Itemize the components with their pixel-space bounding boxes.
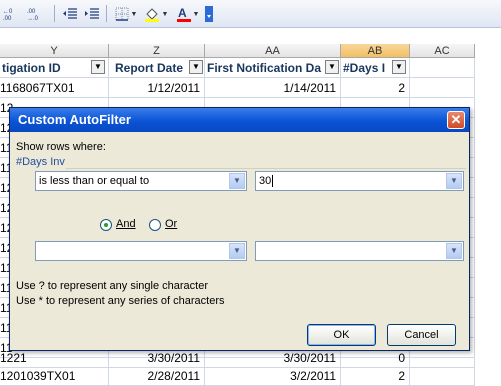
svg-text:.00: .00	[27, 9, 36, 15]
cancel-button[interactable]: Cancel	[387, 324, 456, 346]
table-cell[interactable]: 3/30/2011	[109, 348, 205, 368]
dialog-title: Custom AutoFilter	[18, 112, 131, 127]
field-name-label: #Days Inv	[16, 156, 65, 168]
show-rows-label: Show rows where:	[16, 141, 106, 153]
column-header-aa[interactable]: AA	[205, 44, 341, 58]
and-label-text: And	[116, 218, 136, 230]
and-label[interactable]: And	[116, 218, 136, 230]
condition2-operator-select[interactable]: ▼	[35, 241, 247, 261]
table-cell[interactable]: 1221	[0, 348, 109, 368]
table-cell[interactable]: 3/2/2011	[205, 366, 341, 386]
custom-autofilter-dialog: Custom AutoFilter ✕ Show rows where: #Da…	[9, 107, 470, 351]
condition1-operator-value: is less than or equal to	[39, 175, 150, 187]
table-cell[interactable]	[410, 78, 475, 98]
header-label: #Days I	[343, 61, 386, 75]
hint-single-character: Use ? to represent any single character	[16, 280, 208, 292]
ok-button[interactable]: OK	[307, 324, 376, 346]
or-label-text: Or	[165, 218, 178, 230]
font-color-icon[interactable]: A ▼	[174, 4, 202, 24]
svg-text:A: A	[178, 6, 187, 20]
table-cell[interactable]: 1168067TX01	[0, 78, 109, 98]
table-cell[interactable]: 0	[341, 348, 410, 368]
filter-dropdown-icon[interactable]: ▼	[325, 60, 339, 74]
table-cell[interactable]: 1/12/2011	[109, 78, 205, 98]
close-icon[interactable]: ✕	[447, 111, 465, 129]
or-label[interactable]: Or	[165, 218, 177, 230]
table-cell[interactable]: 2	[341, 366, 410, 386]
text-cursor	[272, 175, 277, 187]
filter-dropdown-icon[interactable]: ▼	[189, 60, 203, 74]
table-cell[interactable]	[410, 366, 475, 386]
filter-dropdown-icon[interactable]: ▼	[392, 60, 406, 74]
table-cell[interactable]: 3/30/2011	[205, 348, 341, 368]
filter-dropdown-icon[interactable]: ▼	[91, 60, 105, 74]
svg-text:→.0: →.0	[27, 16, 39, 21]
chevron-down-icon[interactable]: ▼	[229, 243, 245, 259]
borders-icon[interactable]: ▼	[112, 4, 140, 24]
condition1-operator-select[interactable]: is less than or equal to ▼	[35, 171, 247, 191]
chevron-down-icon[interactable]: ▼	[229, 173, 245, 189]
formatting-toolbar: ←0.00 .00 →.0 ▼ ▼ A ▼	[0, 0, 501, 28]
toolbar-separator	[106, 5, 107, 22]
or-radio[interactable]	[149, 219, 161, 231]
increase-indent-icon[interactable]	[82, 4, 102, 24]
decrease-decimal-icon[interactable]: .00 →.0	[26, 4, 50, 24]
header-cell-investigation-id[interactable]: tigation ID ▼	[0, 58, 109, 78]
dialog-titlebar[interactable]: Custom AutoFilter	[10, 108, 469, 132]
column-header-ab[interactable]: AB	[341, 44, 410, 58]
svg-text:←0: ←0	[3, 9, 13, 15]
chevron-down-icon[interactable]: ▼	[446, 173, 462, 189]
header-cell-days-inv[interactable]: #Days I ▼	[341, 58, 410, 78]
table-cell[interactable]: 2/28/2011	[109, 366, 205, 386]
column-header-z[interactable]: Z	[109, 44, 205, 58]
chevron-down-icon[interactable]: ▼	[446, 243, 462, 259]
column-header-ac[interactable]: AC	[410, 44, 475, 58]
table-cell[interactable]: 1201039TX01	[0, 366, 109, 386]
toolbar-separator	[54, 5, 55, 22]
header-label: Report Date	[115, 61, 184, 75]
header-label: First Notification Da	[207, 61, 322, 75]
condition2-value-input[interactable]: ▼	[255, 241, 464, 261]
condition1-value-text: 30	[259, 175, 272, 187]
hint-series-characters: Use * to represent any series of charact…	[16, 295, 225, 307]
group-divider	[66, 168, 466, 169]
header-cell-first-notification-date[interactable]: First Notification Da ▼	[205, 58, 341, 78]
table-cell[interactable]	[410, 348, 475, 368]
column-header-y[interactable]: Y	[0, 44, 109, 58]
header-cell-report-date[interactable]: Report Date ▼	[109, 58, 205, 78]
cell[interactable]	[410, 58, 475, 78]
fill-color-icon[interactable]: ▼	[142, 4, 170, 24]
header-label: tigation ID	[2, 61, 61, 75]
decrease-indent-icon[interactable]	[60, 4, 80, 24]
svg-text:.00: .00	[3, 16, 12, 21]
and-radio[interactable]	[100, 219, 112, 231]
table-cell[interactable]: 2	[341, 78, 410, 98]
table-cell[interactable]: 1/14/2011	[205, 78, 341, 98]
condition1-value-input[interactable]: 30 ▼	[255, 171, 464, 191]
toolbar-options-icon[interactable]	[204, 4, 214, 24]
increase-decimal-icon[interactable]: ←0.00	[2, 4, 26, 24]
